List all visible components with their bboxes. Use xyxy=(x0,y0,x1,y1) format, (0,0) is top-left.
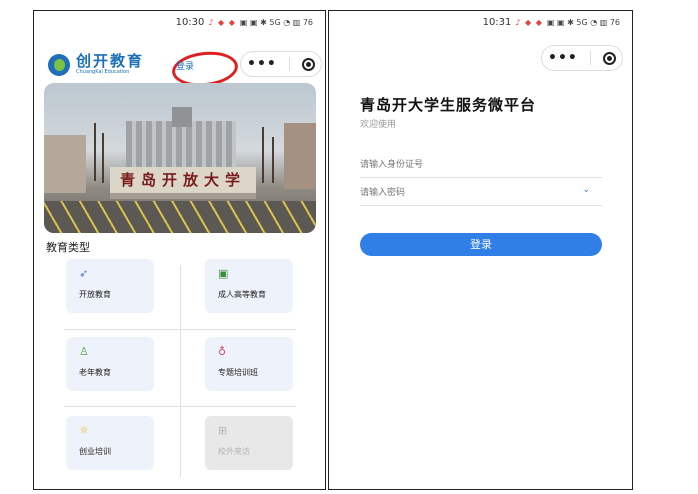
capsule-divider xyxy=(288,57,290,71)
close-miniprogram-icon[interactable] xyxy=(301,57,315,71)
tile-special-training[interactable]: ♁ 专题培训班 xyxy=(205,337,293,391)
person-icon: ♙ xyxy=(79,345,89,358)
tile-label: 专题培训班 xyxy=(218,368,258,377)
miniprogram-capsule: ••• xyxy=(240,51,322,77)
tile-open-education[interactable]: ➶ 开放教育 xyxy=(66,259,154,313)
tile-label: 创业培训 xyxy=(79,447,111,456)
id-number-placeholder: 请输入身份证号 xyxy=(360,160,424,170)
password-field[interactable]: 请输入密码 ⌄ xyxy=(360,179,602,206)
miniprogram-capsule: ••• xyxy=(541,45,623,71)
system-icons: ▣ ▣ ✱ 5G ◔ ▥ 76 xyxy=(546,18,620,27)
status-bar: 10:30 ♪ ◆ ◆ ▣ ▣ ✱ 5G ◔ ▥ 76 xyxy=(176,17,313,28)
status-time: 10:30 xyxy=(175,17,205,28)
login-link[interactable]: 登录 xyxy=(176,59,194,72)
campus-banner: 青岛开放大学 xyxy=(44,83,316,233)
grid-divider xyxy=(180,265,181,477)
certificate-icon: ▣ xyxy=(218,267,229,280)
building-icon: ⊞ xyxy=(218,424,228,437)
grid-divider xyxy=(64,329,296,330)
system-icons: ▣ ▣ ✱ 5G ◔ ▥ 76 xyxy=(239,18,313,27)
section-title: 教育类型 xyxy=(46,241,90,254)
tile-label: 校外来访 xyxy=(218,447,250,456)
notification-icons: ♪ ◆ ◆ xyxy=(515,18,543,27)
grid-divider xyxy=(64,406,296,407)
page-subtitle: 欢迎使用 xyxy=(360,120,397,130)
tile-label: 成人高等教育 xyxy=(218,290,266,299)
tile-label: 开放教育 xyxy=(79,290,111,299)
capsule-divider xyxy=(589,51,591,65)
tile-entrepreneurship-training[interactable]: ☼ 创业培训 xyxy=(66,416,154,470)
campus-sign-text: 青岛开放大学 xyxy=(119,171,246,189)
tile-adult-higher-education[interactable]: ▣ 成人高等教育 xyxy=(205,259,293,313)
login-screen: 10:31 ♪ ◆ ◆ ▣ ▣ ✱ 5G ◔ ▥ 76 ••• 青岛开大学生服务… xyxy=(328,10,633,490)
paper-plane-icon: ➶ xyxy=(79,267,89,280)
brand-logo: 创开教育 ChuangKai Education xyxy=(48,54,144,76)
close-miniprogram-icon[interactable] xyxy=(602,51,616,65)
status-bar: 10:31 ♪ ◆ ◆ ▣ ▣ ✱ 5G ◔ ▥ 76 xyxy=(483,17,620,28)
more-icon[interactable]: ••• xyxy=(247,57,277,71)
status-time: 10:31 xyxy=(482,17,512,28)
logo-mark-icon xyxy=(48,54,70,76)
id-number-field[interactable]: 请输入身份证号 xyxy=(360,151,602,178)
tile-label: 老年教育 xyxy=(79,368,111,377)
logo-english: ChuangKai Education xyxy=(76,69,130,75)
medal-icon: ♁ xyxy=(218,345,227,358)
more-icon[interactable]: ••• xyxy=(548,51,578,65)
tile-external-visit: ⊞ 校外来访 xyxy=(205,416,293,470)
notification-icons: ♪ ◆ ◆ xyxy=(208,18,236,27)
password-placeholder: 请输入密码 xyxy=(360,188,406,198)
tile-senior-education[interactable]: ♙ 老年教育 xyxy=(66,337,154,391)
page-title: 青岛开大学生服务微平台 xyxy=(360,96,537,114)
lightbulb-icon: ☼ xyxy=(79,424,89,437)
logo-name: 创开教育 xyxy=(76,52,145,70)
home-screen: 10:30 ♪ ◆ ◆ ▣ ▣ ✱ 5G ◔ ▥ 76 ••• 创开教育 Chu… xyxy=(33,10,326,490)
login-button[interactable]: 登录 xyxy=(360,233,602,256)
chevron-down-icon[interactable]: ⌄ xyxy=(582,185,590,195)
